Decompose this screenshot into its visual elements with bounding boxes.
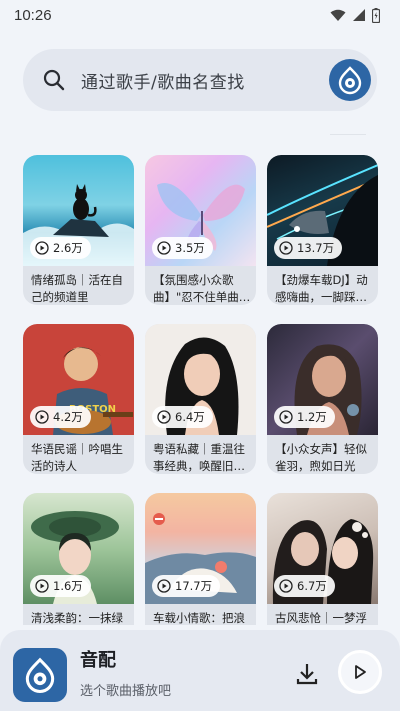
playlist-card[interactable]: 6.4万 粤语私藏｜重温往事经典，唤醒旧… [145, 324, 256, 474]
play-circle-icon [279, 410, 293, 424]
playlist-title: 车载小情歌：把浪漫装进车里 [153, 611, 245, 625]
play-count: 13.7万 [274, 237, 343, 259]
play-count: 17.7万 [152, 575, 221, 597]
play-count-text: 3.5万 [175, 241, 205, 255]
play-count-text: 1.2万 [297, 410, 327, 424]
download-icon[interactable] [293, 660, 321, 688]
playlist-title: 【劲爆车载DJ】动感嗨曲，一脚踩… [275, 273, 368, 304]
playlist-card[interactable]: BOSTON 4.2万 华语民谣｜吟唱生活的诗人 [23, 324, 134, 474]
player-cover [13, 648, 67, 702]
search-input[interactable]: 通过歌手/歌曲名查找 [81, 68, 329, 93]
play-circle-icon [279, 241, 293, 255]
play-circle-icon [35, 241, 49, 255]
play-circle-icon [157, 410, 171, 424]
play-count: 2.6万 [30, 237, 91, 259]
play-count-text: 2.6万 [53, 241, 83, 255]
player-title: 音配 [80, 650, 116, 671]
app-logo-icon [25, 657, 55, 693]
search-bar[interactable]: 通过歌手/歌曲名查找 [23, 49, 377, 111]
play-circle-icon [35, 579, 49, 593]
playlist-title: 粤语私藏｜重温往事经典，唤醒旧… [153, 442, 245, 473]
play-icon [355, 665, 366, 679]
play-circle-icon [35, 410, 49, 424]
play-count: 4.2万 [30, 406, 91, 428]
playlist-grid: 2.6万 情绪孤岛｜活在自己的频道里 3.5万 【氛围感小众歌曲】"忍不住单曲… [0, 155, 400, 625]
play-count: 1.6万 [30, 575, 91, 597]
playlist-title: 情绪孤岛｜活在自己的频道里 [31, 273, 123, 304]
mini-player[interactable]: 音配 选个歌曲播放吧 [0, 630, 400, 711]
playlist-card[interactable]: 1.6万 清浅柔韵：一抹绿影锁那块 [23, 493, 134, 625]
playlist-title: 华语民谣｜吟唱生活的诗人 [31, 442, 123, 473]
play-count: 1.2万 [274, 406, 335, 428]
play-count-text: 6.7万 [297, 579, 327, 593]
playlist-card[interactable]: 17.7万 车载小情歌：把浪漫装进车里 [145, 493, 256, 625]
app-logo-icon [338, 66, 362, 95]
playlist-card[interactable]: 6.7万 古风悲怆｜一梦浮生，相思寄明月 [267, 493, 378, 625]
app-logo-button[interactable] [329, 59, 371, 101]
play-circle-icon [279, 579, 293, 593]
status-time: 10:26 [14, 6, 52, 24]
play-circle-icon [157, 579, 171, 593]
play-count: 6.4万 [152, 406, 213, 428]
play-button[interactable] [338, 650, 382, 694]
search-icon [43, 69, 65, 91]
playlist-title: 古风悲怆｜一梦浮生，相思寄明月 [275, 611, 367, 625]
battery-icon [372, 7, 380, 23]
signal-icon [353, 9, 365, 21]
play-count-text: 4.2万 [53, 410, 83, 424]
playlist-card[interactable]: 2.6万 情绪孤岛｜活在自己的频道里 [23, 155, 134, 305]
play-count: 3.5万 [152, 237, 213, 259]
play-count: 6.7万 [274, 575, 335, 597]
playlist-title: 清浅柔韵：一抹绿影锁那块 [31, 611, 123, 625]
play-count-text: 1.6万 [53, 579, 83, 593]
play-count-text: 6.4万 [175, 410, 205, 424]
playlist-title: 【小众女声】轻似雀羽，煦如日光 [275, 442, 367, 473]
divider [330, 134, 366, 135]
status-bar: 10:26 [0, 0, 400, 30]
player-subtitle: 选个歌曲播放吧 [80, 684, 172, 699]
playlist-title: 【氛围感小众歌曲】"忍不住单曲… [153, 273, 251, 304]
play-circle-icon [157, 241, 171, 255]
playlist-card[interactable]: 13.7万 【劲爆车载DJ】动感嗨曲，一脚踩… [267, 155, 378, 305]
playlist-card[interactable]: 3.5万 【氛围感小众歌曲】"忍不住单曲… [145, 155, 256, 305]
wifi-icon [330, 9, 346, 21]
play-count-text: 17.7万 [175, 579, 213, 593]
play-count-text: 13.7万 [297, 241, 335, 255]
playlist-card[interactable]: 1.2万 【小众女声】轻似雀羽，煦如日光 [267, 324, 378, 474]
status-icons [330, 7, 380, 23]
